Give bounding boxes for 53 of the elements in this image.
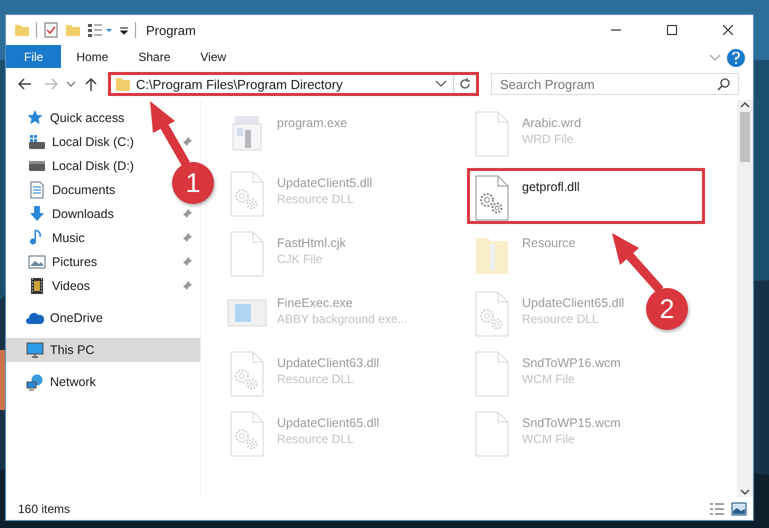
file-type: Resource DLL — [277, 372, 355, 386]
window-title: Program — [146, 22, 197, 38]
file-type: ABBY background exe... — [277, 312, 408, 326]
sidebar-item[interactable]: Videos — [6, 274, 94, 298]
sidebar-item[interactable]: This PC — [6, 338, 200, 362]
sidebar-item[interactable]: Music — [6, 226, 89, 250]
item-count: 160 items — [18, 502, 72, 516]
sidebar-item[interactable]: Network — [6, 370, 100, 394]
file-name: UpdateClient63.dll — [277, 356, 380, 370]
sidebar-label: Downloads — [52, 207, 114, 221]
sidebar-item[interactable]: Quick access — [6, 106, 128, 130]
file-name: UpdateClient65.dll — [522, 296, 624, 310]
file-name: FastHtml.cjk — [277, 236, 346, 250]
file-name: SndToWP16.wcm — [522, 356, 621, 370]
ribbon-tab[interactable]: Share — [123, 45, 186, 68]
sidebar-label: Documents — [52, 183, 116, 197]
file-type: CJK File — [277, 252, 324, 266]
sidebar-label: OneDrive — [50, 311, 103, 325]
file-name: SndToWP15.wcm — [522, 416, 621, 430]
file-name: FineExec.exe — [277, 296, 354, 310]
file-name: UpdateClient65.dll — [277, 416, 380, 430]
sidebar-item[interactable]: Local Disk (D:) — [6, 154, 138, 178]
file-type: WRD File — [522, 132, 574, 146]
sidebar-item[interactable]: OneDrive — [6, 306, 107, 330]
file-type: Resource DLL — [277, 432, 355, 446]
address-bar[interactable]: C:\Program Files\Program Directory — [108, 72, 479, 96]
file-name: Arabic.wrd — [522, 116, 582, 130]
sidebar-item[interactable]: Documents — [6, 178, 120, 202]
file-item[interactable]: getprofl.dll — [467, 168, 705, 224]
search-field[interactable]: Search Program — [491, 73, 739, 95]
sidebar-label: Local Disk (C:) — [52, 135, 134, 149]
file-name: UpdateClient5.dll — [277, 176, 372, 190]
sidebar-item[interactable]: Local Disk (C:) — [6, 130, 138, 154]
sidebar-label: Local Disk (D:) — [52, 159, 134, 173]
file-type: WCM File — [522, 432, 576, 446]
sidebar-label: Quick access — [50, 111, 124, 125]
file-type: WCM File — [522, 372, 576, 386]
file-name: getprofl.dll — [522, 180, 580, 194]
sidebar-item[interactable]: Downloads — [6, 202, 118, 226]
sidebar-label: Network — [50, 375, 96, 389]
file-name: Resource — [522, 236, 576, 250]
sidebar-label: This PC — [50, 343, 94, 357]
sidebar-label: Videos — [52, 279, 90, 293]
sidebar-label: Pictures — [52, 255, 98, 269]
ribbon-tab[interactable]: View — [185, 45, 242, 68]
ribbon-tab[interactable]: Home — [61, 45, 124, 68]
file-name: program.exe — [277, 116, 348, 130]
sidebar-label: Music — [52, 231, 85, 245]
file-type: Resource DLL — [522, 312, 600, 326]
file-tab[interactable]: File — [6, 45, 62, 68]
sidebar-item[interactable]: Pictures — [6, 250, 102, 274]
file-type: Resource DLL — [277, 192, 355, 206]
address-path: C:\Program Files\Program Directory — [136, 76, 344, 92]
